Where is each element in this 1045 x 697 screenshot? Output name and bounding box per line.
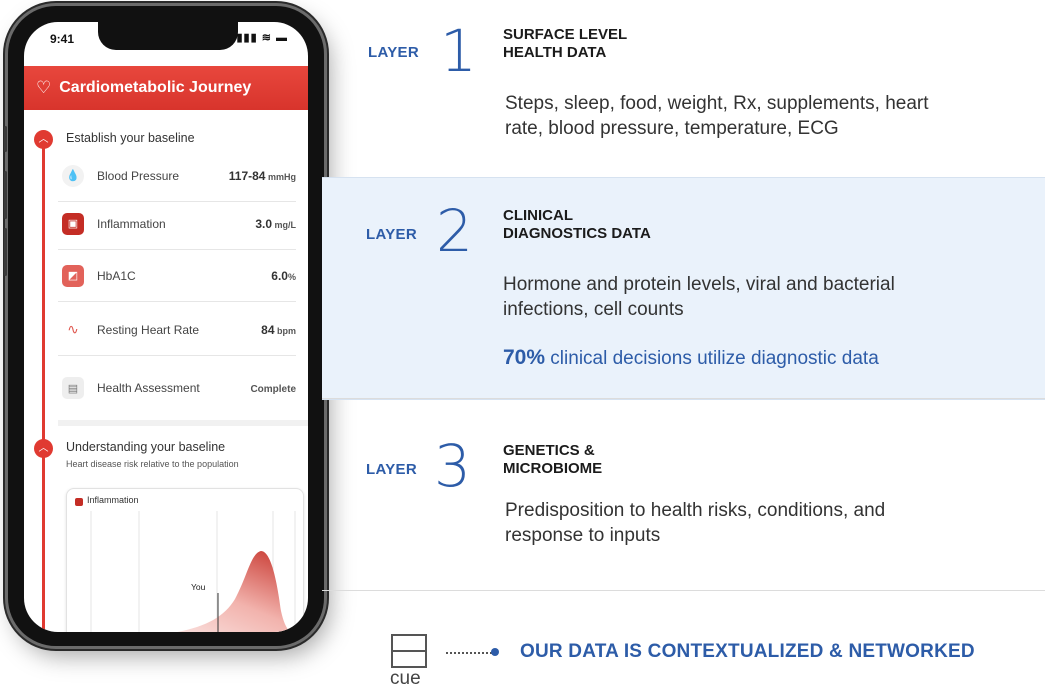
risk-curve-chart [90, 511, 296, 632]
layer2-number: 2 [436, 197, 473, 265]
phone-notch [98, 22, 238, 50]
cue-logo-text: cue [390, 668, 421, 689]
section-divider [58, 420, 308, 426]
inflammation-icon: ▣ [62, 212, 84, 235]
journey-timeline [42, 132, 45, 632]
divider-line [322, 398, 1045, 399]
layer1-heading: SURFACE LEVEL HEALTH DATA [503, 26, 627, 62]
phone-screen: 9:41 ▮▮▮ ≋ ▬ ♡ Cardiometabolic Journey ︿… [24, 22, 308, 632]
cue-logo: cue [390, 634, 430, 694]
metric-label: HbA1C [97, 268, 136, 283]
layer2-heading: CLINICAL DIAGNOSTICS DATA [503, 207, 651, 243]
metric-value: 117-84 [228, 168, 266, 183]
heart-icon: ♡ [36, 78, 52, 97]
layer3-heading: GENETICS & MICROBIOME [503, 442, 602, 478]
section-title-understanding: Understanding your baseline [66, 440, 226, 454]
layer3-word: LAYER [366, 461, 417, 478]
layer3-heading-line1: GENETICS & [503, 442, 595, 459]
layer1-description: Steps, sleep, food, weight, Rx, suppleme… [505, 91, 929, 141]
phone-volume-up [4, 171, 7, 219]
phone-mockup: 9:41 ▮▮▮ ≋ ▬ ♡ Cardiometabolic Journey ︿… [4, 6, 328, 646]
hba1c-icon: ◩ [62, 264, 84, 287]
metric-unit: mg/L [272, 219, 297, 230]
metric-row-hba1c[interactable]: ◩ HbA1C 6.0% [58, 250, 296, 302]
layer1-heading-line2: HEALTH DATA [503, 44, 607, 61]
layer2-desc-line2: infections, cell counts [503, 299, 684, 320]
metric-label: Blood Pressure [97, 168, 180, 183]
layer2-heading-line1: CLINICAL [503, 207, 573, 224]
metric-unit: % [287, 271, 296, 282]
section-title-establish: Establish your baseline [66, 131, 195, 145]
metric-value: 84 [261, 322, 275, 337]
tagline: OUR DATA IS CONTEXTUALIZED & NETWORKED [520, 641, 975, 662]
layer1-heading-line1: SURFACE LEVEL [503, 26, 628, 43]
connector-dot [491, 648, 499, 656]
layer2-heading-line2: DIAGNOSTICS DATA [503, 225, 651, 242]
metric-label: Inflammation [97, 216, 166, 231]
layer1-number: 1 [440, 17, 477, 85]
layer1-desc-line2: rate, blood pressure, temperature, ECG [505, 118, 839, 139]
metric-value: 3.0 [255, 216, 272, 231]
status-time: 9:41 [50, 32, 75, 46]
metric-label: Health Assessment [97, 381, 200, 395]
metric-row-inflammation[interactable]: ▣ Inflammation 3.0 mg/L [58, 198, 296, 250]
section-subtitle: Heart disease risk relative to the popul… [66, 459, 239, 469]
risk-distribution-card[interactable]: Inflammation You [66, 488, 304, 632]
metric-value: 6.0 [271, 268, 288, 283]
layer1-desc-line1: Steps, sleep, food, weight, Rx, suppleme… [505, 93, 929, 114]
layer3-number: 3 [434, 432, 471, 500]
stat-text: clinical decisions utilize diagnostic da… [545, 348, 879, 369]
metric-row-resting-heart-rate[interactable]: ∿ Resting Heart Rate 84 bpm [58, 304, 296, 356]
collapse-section2-button[interactable]: ︿ [34, 439, 53, 458]
stat-percentage: 70% [503, 346, 546, 369]
layer2-word: LAYER [366, 226, 417, 243]
status-signal-wifi-battery-icon: ▮▮▮ ≋ ▬ [236, 32, 288, 44]
cue-logo-bar [391, 650, 427, 652]
chevron-up-icon: ︿ [38, 134, 49, 145]
layer1-word: LAYER [368, 44, 419, 61]
metric-status: Complete [250, 384, 296, 395]
layer3-heading-line2: MICROBIOME [503, 460, 603, 477]
dotted-connector [446, 652, 492, 654]
phone-mute-switch [4, 126, 7, 152]
blood-drop-icon: 💧 [62, 164, 84, 187]
metric-row-blood-pressure[interactable]: 💧 Blood Pressure 117-84 mmHg [58, 150, 296, 202]
you-marker-label: You [191, 582, 206, 592]
heartbeat-icon: ∿ [62, 318, 84, 341]
collapse-section1-button[interactable]: ︿ [34, 130, 53, 149]
layer2-stat: 70% clinical decisions utilize diagnosti… [503, 346, 879, 370]
app-title: Cardiometabolic Journey [59, 79, 252, 96]
layer3-desc-line1: Predisposition to health risks, conditio… [505, 500, 886, 521]
phone-volume-down [4, 228, 7, 276]
metric-row-health-assessment[interactable]: ▤ Health Assessment Complete [58, 362, 296, 414]
layer3-desc-line2: response to inputs [505, 525, 661, 546]
chevron-up-icon: ︿ [38, 443, 49, 454]
layer2-description: Hormone and protein levels, viral and ba… [503, 272, 895, 322]
metric-unit: bpm [274, 325, 296, 336]
app-header: ♡ Cardiometabolic Journey [24, 66, 308, 110]
layer3-description: Predisposition to health risks, conditio… [505, 498, 885, 548]
document-icon: ▤ [62, 377, 84, 399]
divider-line [322, 590, 1045, 591]
metric-unit: mmHg [265, 171, 296, 182]
layer2-desc-line1: Hormone and protein levels, viral and ba… [503, 274, 895, 295]
metric-label: Resting Heart Rate [97, 322, 200, 337]
